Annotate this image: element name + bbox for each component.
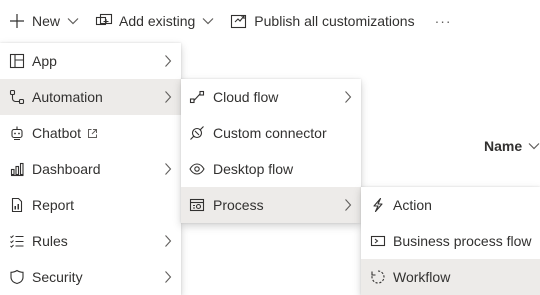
menu-item-rules[interactable]: Rules: [0, 223, 181, 259]
cloud-flow-icon: [188, 88, 206, 106]
new-label: New: [32, 13, 61, 29]
chevron-down-icon: [67, 17, 79, 25]
automation-submenu: Cloud flow Custom connector Desktop flow…: [181, 79, 361, 223]
name-column-header[interactable]: Name: [484, 138, 540, 154]
menu-item-label: Process: [213, 197, 264, 213]
menu-item-label: Custom connector: [213, 125, 327, 141]
report-icon: [8, 196, 26, 214]
chevron-right-icon: [164, 54, 172, 68]
menu-item-label: Workflow: [393, 269, 451, 285]
more-commands-button[interactable]: ···: [423, 0, 460, 42]
publish-label: Publish all customizations: [254, 13, 415, 29]
publish-icon: [230, 12, 248, 30]
process-submenu: Action Business process flow Workflow: [361, 187, 540, 295]
publish-all-customizations-button[interactable]: Publish all customizations: [222, 0, 422, 42]
desktop-flow-icon: [188, 160, 206, 178]
chevron-right-icon: [164, 162, 172, 176]
menu-item-label: Action: [393, 197, 432, 213]
external-link-icon: [87, 128, 98, 139]
chevron-down-icon: [202, 17, 214, 25]
app-icon: [8, 52, 26, 70]
add-existing-icon: [95, 12, 113, 30]
menu-item-custom-connector[interactable]: Custom connector: [181, 115, 361, 151]
add-existing-label: Add existing: [119, 13, 196, 29]
menu-item-label: Chatbot: [32, 125, 82, 141]
more-icon: ···: [434, 13, 452, 29]
menu-item-process[interactable]: Process: [181, 187, 361, 223]
menu-item-security[interactable]: Security: [0, 259, 181, 295]
menu-item-label: Report: [32, 197, 75, 213]
menu-item-label: Security: [32, 269, 83, 285]
menu-item-label: App: [32, 53, 57, 69]
dashboard-icon: [8, 160, 26, 178]
business-process-flow-icon: [369, 232, 387, 250]
column-header-label: Name: [484, 138, 523, 154]
rules-icon: [8, 232, 26, 250]
menu-item-report[interactable]: Report: [0, 187, 181, 223]
automation-icon: [8, 88, 26, 106]
menu-item-desktop-flow[interactable]: Desktop flow: [181, 151, 361, 187]
chevron-right-icon: [344, 198, 352, 212]
process-icon: [188, 196, 206, 214]
menu-item-business-process-flow[interactable]: Business process flow: [361, 223, 540, 259]
chevron-right-icon: [344, 90, 352, 104]
menu-item-label: Dashboard: [32, 161, 101, 177]
new-button[interactable]: New: [0, 0, 87, 42]
menu-item-action[interactable]: Action: [361, 187, 540, 223]
menu-item-label: Cloud flow: [213, 89, 279, 105]
menu-item-label: Desktop flow: [213, 161, 294, 177]
command-bar: New Add existing Publish all customizati…: [0, 0, 540, 42]
chevron-right-icon: [164, 234, 172, 248]
chatbot-icon: [8, 124, 26, 142]
menu-item-label: Automation: [32, 89, 103, 105]
menu-item-app[interactable]: App: [0, 43, 181, 79]
menu-item-label: Business process flow: [393, 233, 532, 249]
workflow-icon: [369, 268, 387, 286]
menu-item-workflow[interactable]: Workflow: [361, 259, 540, 295]
chevron-right-icon: [164, 90, 172, 104]
menu-item-chatbot[interactable]: Chatbot: [0, 115, 181, 151]
menu-item-automation[interactable]: Automation: [0, 79, 181, 115]
menu-item-label-wrap: Chatbot: [32, 125, 98, 141]
new-menu: App Automation Chatbot Dashboard Report: [0, 43, 181, 295]
add-existing-button[interactable]: Add existing: [87, 0, 222, 42]
menu-item-cloud-flow[interactable]: Cloud flow: [181, 79, 361, 115]
security-icon: [8, 268, 26, 286]
plus-icon: [8, 12, 26, 30]
action-icon: [369, 196, 387, 214]
chevron-down-icon: [528, 142, 540, 150]
menu-item-label: Rules: [32, 233, 68, 249]
chevron-right-icon: [164, 270, 172, 284]
menu-item-dashboard[interactable]: Dashboard: [0, 151, 181, 187]
custom-connector-icon: [188, 124, 206, 142]
